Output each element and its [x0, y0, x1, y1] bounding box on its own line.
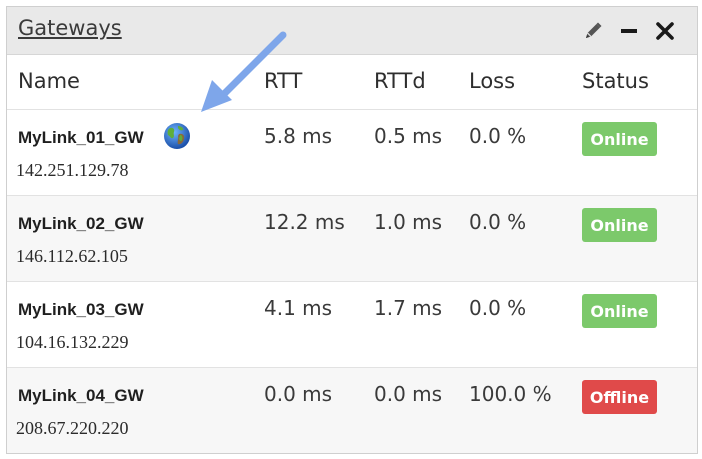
gateway-name[interactable]: MyLink_02_GW	[18, 214, 144, 234]
rtt-value: 0.0 ms	[264, 382, 333, 406]
column-header-loss[interactable]: Loss	[469, 69, 515, 93]
gateway-name[interactable]: MyLink_03_GW	[18, 300, 144, 320]
gateway-ip: 146.112.62.105	[16, 246, 128, 266]
rttd-value: 0.5 ms	[374, 124, 443, 148]
rttd-value: 1.7 ms	[374, 296, 443, 320]
status-badge: Online	[582, 208, 657, 242]
gateway-row: MyLink_03_GW 104.16.132.229 4.1 ms 1.7 m…	[7, 281, 697, 367]
status-badge: Online	[582, 122, 657, 156]
rtt-value: 5.8 ms	[264, 124, 333, 148]
globe-icon[interactable]	[163, 122, 191, 150]
rtt-value: 12.2 ms	[264, 210, 345, 234]
gateway-name[interactable]: MyLink_04_GW	[18, 386, 144, 406]
column-header-rtt[interactable]: RTT	[264, 69, 302, 93]
widget-header: Gateways	[7, 7, 697, 55]
gateway-row: MyLink_01_GW 142.251.129.78 5.8 ms 0.5 m…	[7, 109, 697, 195]
loss-value: 0.0 %	[469, 210, 527, 234]
gateway-row: MyLink_02_GW 146.112.62.105 12.2 ms 1.0 …	[7, 195, 697, 281]
minimize-icon[interactable]	[617, 19, 641, 43]
widget-title-link[interactable]: Gateways	[18, 16, 122, 40]
column-header-rttd[interactable]: RTTd	[374, 69, 426, 93]
close-icon[interactable]	[653, 19, 677, 43]
status-badge: Offline	[582, 380, 657, 414]
column-header-status[interactable]: Status	[582, 69, 649, 93]
column-header-name[interactable]: Name	[18, 69, 80, 93]
loss-value: 0.0 %	[469, 296, 527, 320]
loss-value: 100.0 %	[469, 382, 552, 406]
gateways-widget: Gateways Name RTT RTTd Loss Status MyLin…	[6, 6, 698, 454]
rttd-value: 0.0 ms	[374, 382, 443, 406]
pencil-icon[interactable]	[581, 19, 605, 43]
rtt-value: 4.1 ms	[264, 296, 333, 320]
status-badge: Online	[582, 294, 657, 328]
loss-value: 0.0 %	[469, 124, 527, 148]
gateway-row: MyLink_04_GW 208.67.220.220 0.0 ms 0.0 m…	[7, 367, 697, 453]
gateway-ip: 104.16.132.229	[16, 332, 129, 352]
gateway-name[interactable]: MyLink_01_GW	[18, 128, 144, 148]
rttd-value: 1.0 ms	[374, 210, 443, 234]
gateway-ip: 208.67.220.220	[16, 418, 129, 438]
gateway-ip: 142.251.129.78	[16, 160, 129, 180]
